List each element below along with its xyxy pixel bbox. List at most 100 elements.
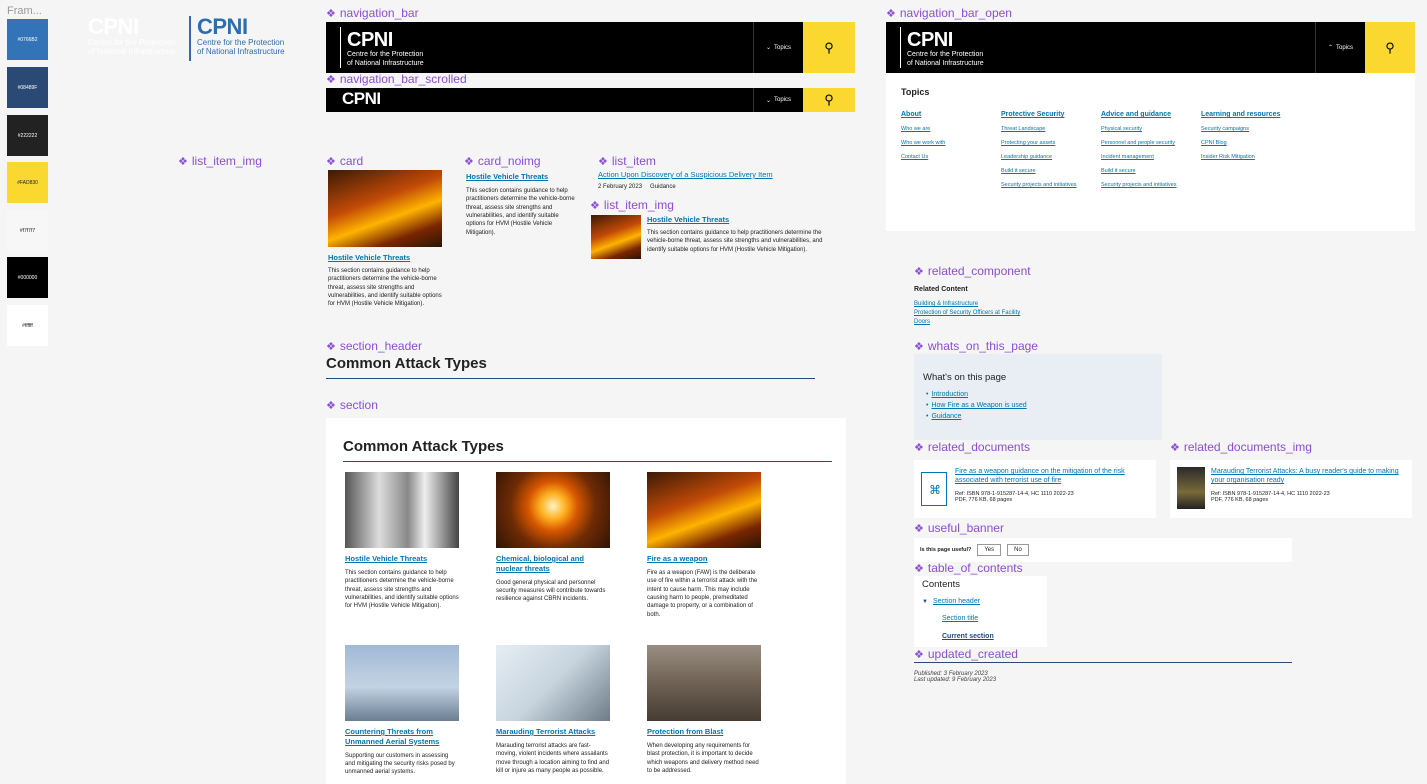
toc-section-header[interactable]: Section header (933, 598, 980, 605)
logo-brand: CPNI (88, 14, 139, 39)
document-title[interactable]: Marauding Terrorist Attacks: A busy read… (1211, 467, 1405, 486)
menu-column: Protective Security Threat Landscape Prote… (1001, 111, 1101, 196)
logo-blue: CPNI Centre for the Protection of Nation… (189, 16, 289, 61)
component-label: ❖ list_item (598, 154, 656, 168)
logo-white: CPNI Centre for the Protection of Nation… (88, 14, 183, 57)
pdf-icon: ⌘ (921, 472, 947, 506)
topics-button[interactable]: ⌄ Topics (753, 88, 803, 112)
card-title[interactable]: Hostile Vehicle Threats (345, 554, 459, 564)
whats-on-item: • Introduction (923, 391, 1153, 398)
component-label: ❖ updated_created (914, 647, 1018, 661)
toc-section-title[interactable]: Section title (942, 615, 1039, 622)
card-title[interactable]: Protection from Blast (647, 727, 761, 737)
menu-item[interactable]: Physical security (1101, 126, 1201, 132)
section-card[interactable]: Fire as a weapon Fire as a weapon (FAW) i… (647, 472, 761, 619)
menu-item[interactable]: Incident management (1101, 154, 1201, 160)
nav-logo[interactable]: CPNI (326, 88, 753, 112)
menu-item[interactable]: Security projects and initiatives (1101, 182, 1201, 188)
menu-column: About Who we are Who we work with Contact U… (901, 111, 1001, 196)
menu-heading[interactable]: Protective Security (1001, 111, 1101, 118)
nav-brand-line2: of National Infrastructure (907, 59, 984, 67)
card-image (345, 645, 459, 721)
yes-button[interactable]: Yes (977, 544, 1002, 556)
whats-on-link[interactable]: Introduction (931, 391, 968, 398)
search-button[interactable]: ⚲ (803, 22, 855, 73)
topics-button[interactable]: ⌃ Topics (1315, 22, 1365, 73)
color-swatch: #222222 (7, 115, 48, 156)
card-text: Fire as a weapon (FAW) is the deliberate… (647, 569, 758, 618)
menu-heading[interactable]: About (901, 111, 1001, 118)
whats-on-heading: What's on this page (923, 372, 1007, 383)
nav-brand-line2: of National Infrastructure (347, 59, 424, 67)
related-documents: ⌘ Fire as a weapon guidance on the mitig… (914, 460, 1156, 518)
card-title[interactable]: Chemical, biological and nuclear threats (496, 554, 610, 574)
related-link[interactable]: Doors (914, 319, 1114, 325)
component-label: ❖ list_item_img (178, 154, 262, 168)
list-item-image (591, 215, 641, 259)
menu-item[interactable]: Build it secure (1001, 168, 1101, 174)
menu-heading[interactable]: Advice and guidance (1101, 111, 1201, 118)
card-title[interactable]: Hostile Vehicle Threats (328, 253, 442, 263)
menu-item[interactable]: Contact Us (901, 154, 1001, 160)
chevron-down-icon: ⌄ (765, 97, 771, 104)
card-noimg[interactable]: Hostile Vehicle Threats This section con… (466, 172, 578, 237)
card-title[interactable]: Countering Threats from Unmanned Aerial … (345, 727, 459, 747)
menu-item[interactable]: CPNI Blog (1201, 140, 1311, 146)
menu-item[interactable]: Leadership guidance (1001, 154, 1101, 160)
list-item-title[interactable]: Action Upon Discovery of a Suspicious De… (598, 170, 818, 179)
related-link[interactable]: Protection of Security Officers at Facil… (914, 310, 1114, 316)
nav-logo[interactable]: CPNI Centre for the Protection of Nation… (340, 27, 753, 68)
nav-brand: CPNI (907, 29, 953, 51)
useful-question: Is this page useful? (920, 547, 972, 553)
card-image (647, 645, 761, 721)
chevron-down-icon: ⌄ (765, 45, 771, 51)
menu-item[interactable]: Security projects and initiatives (1001, 182, 1101, 188)
menu-item[interactable]: Protecting your assets (1001, 140, 1101, 146)
list-item-img[interactable]: Hostile Vehicle Threats This section con… (591, 215, 841, 259)
component-label: ❖ whats_on_this_page (914, 339, 1038, 353)
nav-brand-line1: Centre for the Protection (907, 51, 984, 58)
section-card[interactable]: Marauding Terrorist Attacks Marauding ter… (496, 645, 610, 775)
logo-line1: Centre for the Protection (88, 38, 176, 47)
menu-columns: About Who we are Who we work with Contact U… (901, 111, 1400, 196)
list-item-title[interactable]: Hostile Vehicle Threats (647, 215, 841, 225)
menu-item[interactable]: Build it secure (1101, 168, 1201, 174)
document-meta: PDF, 776 KB, 68 pages (1211, 496, 1269, 503)
list-item-date: 2 February 2023 (598, 184, 643, 190)
toc-heading: Contents (922, 579, 961, 590)
section-card[interactable]: Hostile Vehicle Threats This section cont… (345, 472, 459, 611)
section-card[interactable]: Protection from Blast When developing any… (647, 645, 761, 775)
search-button[interactable]: ⚲ (803, 88, 855, 112)
whats-on-link[interactable]: How Fire as a Weapon is used (931, 402, 1026, 409)
section-card[interactable]: Chemical, biological and nuclear threats… (496, 472, 610, 604)
nav-logo[interactable]: CPNI Centre for the Protection of Nation… (900, 27, 1315, 68)
menu-item[interactable]: Security campaigns (1201, 126, 1311, 132)
menu-item[interactable]: Who we work with (901, 140, 1001, 146)
navigation-bar: CPNI Centre for the Protection of Nation… (326, 22, 855, 73)
menu-item[interactable]: Threat Landscape (1001, 126, 1101, 132)
menu-item[interactable]: Who we are (901, 126, 1001, 132)
card[interactable]: Hostile Vehicle Threats This section con… (328, 170, 442, 309)
related-link[interactable]: Building & Infrastructure (914, 301, 1114, 307)
menu-column: Learning and resources Security campaigns… (1201, 111, 1311, 196)
card-title[interactable]: Marauding Terrorist Attacks (496, 727, 610, 737)
topics-button[interactable]: ⌄ Topics (753, 22, 803, 73)
card-title[interactable]: Hostile Vehicle Threats (466, 172, 578, 182)
whats-on-link[interactable]: Guidance (931, 413, 961, 420)
frame-label: Fram... (7, 5, 42, 17)
card-title[interactable]: Fire as a weapon (647, 554, 761, 564)
menu-heading[interactable]: Learning and resources (1201, 111, 1311, 118)
menu-item[interactable]: Insider Risk Mitigation (1201, 154, 1311, 160)
logo-line1: Centre for the Protection (197, 38, 285, 47)
toc-current-section[interactable]: Current section (942, 633, 1039, 640)
component-label: ❖ related_documents (914, 440, 1030, 454)
list-item[interactable]: Action Upon Discovery of a Suspicious De… (598, 170, 818, 190)
document-title[interactable]: Fire as a weapon guidance on the mitigat… (955, 467, 1149, 486)
search-button[interactable]: ⚲ (1365, 22, 1415, 73)
no-button[interactable]: No (1007, 544, 1029, 556)
component-label: ❖ navigation_bar (326, 6, 419, 20)
section-card[interactable]: Countering Threats from Unmanned Aerial … (345, 645, 459, 777)
table-of-contents: Contents ▼ Section header Section title C… (914, 576, 1047, 647)
color-swatch: #000000 (7, 257, 48, 298)
menu-item[interactable]: Personnel and people security (1101, 140, 1201, 146)
